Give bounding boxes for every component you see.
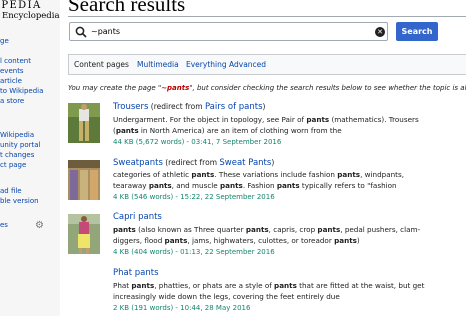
tab-everything[interactable]: Everything (186, 60, 227, 70)
redirect-link[interactable]: Pairs of pants (205, 102, 263, 112)
result-snippet-line: pants (also known as Three quarter pants… (113, 225, 421, 234)
wikipedia-logo[interactable]: IPEDIA Encyclopedia (0, 0, 60, 22)
sidebar-link-upload-file[interactable]: ad file (0, 187, 22, 196)
result-title: Capri pants (113, 212, 162, 222)
result-snippet-line: Undergarment. For the object in topology… (113, 115, 419, 124)
sidebar: IPEDIA Encyclopedia ge l content events … (0, 0, 60, 316)
create-page-link[interactable]: ~pants (161, 84, 189, 92)
page-title: Search results (68, 0, 186, 16)
sidebar-link-languages[interactable]: es (0, 221, 8, 230)
result-title-link[interactable]: Capri pants (113, 212, 162, 222)
sidebar-link-about[interactable]: Wikipedia (0, 131, 34, 140)
sidebar-link-store[interactable]: a store (0, 97, 24, 106)
sidebar-link-main-page[interactable]: ge (0, 37, 9, 46)
result-thumbnail-trousers[interactable] (68, 103, 100, 143)
tab-advanced[interactable]: Advanced (229, 60, 266, 70)
redirect-link[interactable]: Sweat Pants (219, 158, 271, 168)
clear-icon[interactable]: ✕ (375, 27, 385, 37)
main-content: Search results ✕ Search Content pages Mu… (60, 0, 466, 316)
result-meta: 4 KB (404 words) - 01:13, 22 September 2… (113, 248, 275, 256)
sidebar-link-current-events[interactable]: events (0, 67, 24, 76)
result-snippet-line: increasingly wide down the legs, coverin… (113, 292, 340, 301)
result-meta: 2 KB (191 words) - 10:44, 28 May 2016 (113, 304, 251, 312)
result-title: Trousers (redirect from Pairs of pants) (113, 102, 265, 112)
sidebar-link-featured-content[interactable]: l content (0, 57, 31, 66)
logo-wordmark: IPEDIA (0, 0, 42, 11)
result-title-link[interactable]: Sweatpants (113, 158, 163, 168)
result-snippet-line: (pants in North America) are an item of … (113, 126, 342, 135)
sidebar-link-contact[interactable]: ct page (0, 161, 26, 170)
result-meta: 4 KB (546 words) - 15:22, 22 September 2… (113, 193, 275, 201)
result-meta: 44 KB (5,672 words) - 03:41, 7 September… (113, 138, 282, 146)
sidebar-link-printable-version[interactable]: ble version (0, 197, 39, 206)
tab-multimedia[interactable]: Multimedia (137, 60, 179, 70)
logo-tagline: Encyclopedia (2, 11, 60, 21)
notice-suffix: ", but consider checking the search resu… (189, 84, 466, 92)
result-title: Sweatpants (redirect from Sweat Pants) (113, 158, 274, 168)
sidebar-link-donate[interactable]: to Wikipedia (0, 87, 43, 96)
result-thumbnail-sweatpants[interactable] (68, 160, 100, 200)
tab-content-pages[interactable]: Content pages (74, 60, 129, 70)
result-thumbnail-capri-pants[interactable] (68, 214, 100, 254)
result-title-link[interactable]: Trousers (113, 102, 148, 112)
sidebar-link-community-portal[interactable]: unity portal (0, 141, 41, 150)
result-snippet-line: categories of athletic pants. These vari… (113, 170, 405, 179)
notice-prefix: You may create the page " (68, 84, 162, 92)
sidebar-link-random-article[interactable]: article (0, 77, 22, 86)
redirect-suffix: ) (262, 102, 266, 111)
search-box[interactable]: ✕ (69, 22, 388, 41)
sidebar-link-recent-changes[interactable]: t changes (0, 151, 34, 160)
search-button[interactable]: Search (396, 22, 438, 41)
search-input[interactable] (91, 24, 359, 39)
redirect-prefix: (redirect from (162, 158, 220, 167)
redirect-suffix: ) (271, 158, 275, 167)
gear-icon[interactable]: ⚙ (35, 221, 44, 231)
search-filter-bar: Content pages Multimedia Everything Adva… (68, 54, 466, 75)
result-title: Phat pants (113, 268, 159, 278)
result-snippet-line: diggers, flood pants, jams, highwaters, … (113, 236, 360, 245)
title-divider (68, 16, 466, 17)
result-snippet-line: tearaway pants, and muscle pants. Fashio… (113, 181, 397, 190)
result-snippet-line: Phat pants, phatties, or phats are a sty… (113, 281, 425, 290)
create-page-notice: You may create the page "~pants", but co… (68, 84, 466, 92)
search-icon (75, 26, 87, 38)
result-title-link[interactable]: Phat pants (113, 268, 159, 278)
redirect-prefix: (redirect from (148, 102, 205, 111)
page: IPEDIA Encyclopedia ge l content events … (0, 0, 466, 316)
